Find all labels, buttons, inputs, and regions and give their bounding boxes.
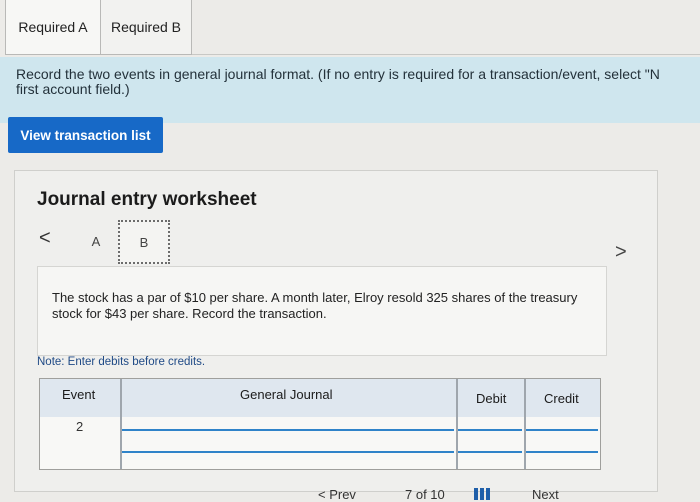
credit-input[interactable] [526, 429, 598, 431]
step-tab-b[interactable]: B [118, 220, 170, 264]
grid-icon[interactable] [474, 488, 492, 500]
instructions-line-1: Record the two events in general journal… [16, 66, 660, 82]
note-text: Note: Enter debits before credits. [37, 356, 206, 368]
header-debit: Debit [476, 391, 507, 406]
table-row-event: 2 [76, 419, 84, 434]
chevron-right-icon[interactable]: > [615, 241, 627, 264]
tab-required-b[interactable]: Required B [100, 0, 192, 55]
header-credit: Credit [544, 391, 579, 406]
tab-bar: Required A Required B [0, 0, 700, 57]
column-divider [456, 379, 458, 469]
debit-input[interactable] [458, 451, 522, 453]
prev-button[interactable]: < Prev [318, 487, 356, 502]
view-transaction-list-button[interactable]: View transaction list [8, 117, 163, 153]
credit-input[interactable] [526, 451, 598, 453]
instructions-banner: Record the two events in general journal… [0, 57, 700, 123]
page-indicator: 7 of 10 [405, 487, 445, 502]
account-input[interactable] [122, 429, 454, 431]
next-button[interactable]: Next [532, 487, 559, 502]
column-divider [524, 379, 526, 469]
chevron-left-icon[interactable]: < [39, 227, 51, 250]
worksheet-title: Journal entry worksheet [37, 189, 257, 210]
instructions-line-2: first account field.) [16, 81, 130, 97]
header-event: Event [62, 387, 96, 402]
account-input[interactable] [122, 451, 454, 453]
step-tab-a[interactable]: A [73, 221, 119, 261]
debit-input[interactable] [458, 429, 522, 431]
journal-entry-worksheet: Journal entry worksheet < A B > The stoc… [14, 170, 658, 492]
tab-required-a[interactable]: Required A [5, 0, 101, 55]
journal-table: Event General Journal Debit Credit 2 [39, 378, 601, 470]
table-header: Event General Journal Debit Credit [40, 379, 600, 417]
header-general-journal: General Journal [240, 387, 333, 402]
column-divider [120, 379, 122, 469]
transaction-description: The stock has a par of $10 per share. A … [37, 266, 607, 356]
tab-divider [192, 54, 700, 55]
